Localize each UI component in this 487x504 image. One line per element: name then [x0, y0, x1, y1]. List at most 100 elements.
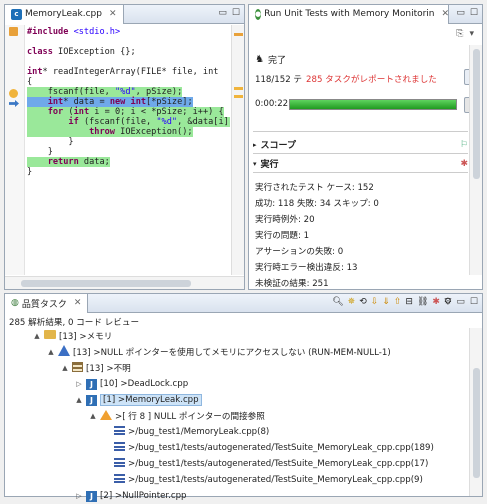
run-stat: アサーションの失敗: 0 — [255, 247, 344, 257]
tasks-tab[interactable]: ◍ 品質タスク ✕ — [5, 293, 89, 313]
tree-item[interactable]: ▲ >[ 行 8 ] NULL ポインターの間接参照 — [89, 408, 265, 424]
code-line[interactable] — [27, 37, 230, 47]
code-line[interactable]: int* readIntegerArray(FILE* file, int — [27, 67, 230, 77]
collapse-icon[interactable]: ▲ — [89, 412, 97, 420]
code-line[interactable]: { — [27, 77, 230, 87]
code-line[interactable] — [27, 57, 230, 67]
code-token: return — [47, 157, 84, 167]
editor-pane: c MemoryLeak.cpp ✕ ▭ ☐ #include <stdio.h… — [4, 4, 245, 290]
warning-marker-icon — [9, 89, 18, 98]
tasks-icon: ◍ — [11, 298, 19, 308]
close-icon[interactable]: ✕ — [74, 298, 82, 308]
expand-icon[interactable]: ▷ — [75, 380, 83, 388]
down-alt-icon[interactable]: ⇓ — [382, 297, 390, 307]
code-line[interactable]: return data; — [27, 157, 230, 167]
code-line[interactable]: int* data = new int[*pSize]; — [27, 97, 230, 107]
collapse-icon[interactable]: ▲ — [47, 348, 55, 356]
code-token: new — [109, 97, 131, 107]
filter-icon[interactable]: ✱ — [432, 297, 440, 307]
trace-icon — [114, 474, 125, 486]
editor-horizontal-scrollbar[interactable] — [5, 276, 244, 289]
tree-item[interactable]: ▷ J [10] >DeadLock.cpp — [75, 376, 188, 392]
tree-item-label: [10] >DeadLock.cpp — [100, 379, 189, 389]
close-icon[interactable]: ✕ — [442, 9, 448, 19]
editor-tabbar: c MemoryLeak.cpp ✕ ▭ ☐ — [5, 4, 244, 24]
expand-icon[interactable]: ▷ — [75, 492, 83, 500]
run-section[interactable]: ▾ 実行 ✱ — [253, 157, 468, 171]
menu-icon[interactable]: ▾ — [469, 29, 474, 39]
code-token: i = 0; i < *pSize; i++) { — [94, 107, 224, 117]
view-menu-icon[interactable]: ▽ — [444, 297, 451, 307]
maximize-icon[interactable]: ☐ — [470, 297, 478, 307]
run-stat: 実行時エラー検出違反: 13 — [255, 263, 358, 273]
minimize-icon[interactable]: ▭ — [456, 297, 465, 307]
tree-item-label: [2] >NullPointer.cpp — [100, 491, 187, 501]
minimize-icon[interactable]: ▭ — [218, 8, 227, 18]
collapse-icon[interactable]: ⊟ — [405, 297, 413, 307]
tasks-window-controls: ▽ ▭ ☐ — [444, 297, 478, 307]
code-area[interactable]: #include <stdio.h> class IOException {}; i… — [27, 25, 230, 275]
tree-item[interactable]: >/bug_test1/tests/autogenerated/TestSuit… — [103, 440, 434, 456]
code-line[interactable]: #include <stdio.h> — [27, 27, 230, 37]
code-token: "%d" — [156, 117, 178, 127]
editor-tab-title: MemoryLeak.cpp — [25, 9, 102, 19]
tasks-vertical-scrollbar[interactable] — [469, 328, 482, 496]
test-tab[interactable]: ● Run Unit Tests with Memory Monitorin ✕ — [249, 4, 449, 24]
run-stat: 実行時例外: 20 — [255, 215, 315, 225]
up-icon[interactable]: ⇧ — [394, 297, 402, 307]
rule-icon — [58, 345, 70, 359]
code-line[interactable]: fscanf(file, "%d", pSize); — [27, 87, 230, 97]
collapse-icon[interactable]: ▲ — [61, 364, 69, 372]
tool-icon[interactable]: ⟲ — [359, 297, 367, 307]
scroll-thumb[interactable] — [21, 280, 191, 287]
cpp-file-icon: c — [11, 8, 22, 20]
tree-item[interactable]: ▷ J [2] >NullPointer.cpp — [75, 488, 187, 504]
editor-gutter — [5, 25, 25, 275]
editor-vertical-scrollbar[interactable] — [231, 25, 244, 275]
trace-icon — [114, 458, 125, 470]
code-line[interactable]: if (fscanf(file, "%d", &data[i]] — [27, 117, 230, 127]
link-icon[interactable]: ⛓ — [417, 297, 428, 307]
tree-item[interactable]: >/bug_test1/tests/autogenerated/TestSuit… — [103, 456, 428, 472]
export-icon[interactable]: ⎘ — [456, 29, 463, 39]
test-vertical-scrollbar[interactable] — [469, 45, 482, 275]
code-token: * data = — [63, 97, 110, 107]
code-token: int — [130, 97, 147, 107]
code-token: } — [27, 147, 53, 157]
tree-item[interactable]: >/bug_test1/tests/autogenerated/TestSuit… — [103, 472, 423, 488]
scroll-thumb[interactable] — [473, 368, 480, 478]
code-line[interactable]: } — [27, 147, 230, 157]
code-line[interactable]: } — [27, 167, 230, 177]
test-icon: J — [86, 490, 97, 502]
editor-tab[interactable]: c MemoryLeak.cpp ✕ — [5, 4, 124, 24]
scope-section[interactable]: ▸ スコープ ⚐ — [253, 138, 468, 152]
tasks-tree[interactable]: ▲ [13] >メモリ ▲ [13] >NULL ポインターを使用してメモリにアクセス… — [5, 328, 468, 502]
scroll-thumb[interactable] — [473, 49, 480, 179]
tree-item[interactable]: ▲ [13] >メモリ — [33, 328, 112, 344]
down-icon[interactable]: ⇩ — [371, 297, 379, 307]
quality-tasks-pane: ◍ 品質タスク ✕ 🔍︎ ✵ ⟲ ⇩ ⇓ ⇧ ⊟ ⛓ ✱ ⚙ ▽ ▭ ☐ 285… — [4, 293, 483, 502]
code-token: IOException(); — [120, 127, 193, 137]
scope-action-icon[interactable]: ⚐ — [460, 140, 468, 150]
collapse-icon[interactable]: ▲ — [33, 332, 41, 340]
maximize-icon[interactable]: ☐ — [470, 8, 478, 18]
minimize-icon[interactable]: ▭ — [456, 8, 465, 18]
trace-icon — [114, 426, 125, 438]
collapse-icon[interactable]: ▲ — [75, 396, 83, 404]
test-icon: J — [86, 394, 97, 406]
test-results-pane: ● Run Unit Tests with Memory Monitorin ✕… — [248, 4, 483, 290]
tree-item[interactable]: ▲ [13] >不明 — [61, 360, 131, 376]
code-line[interactable]: } — [27, 137, 230, 147]
run-action-icon[interactable]: ✱ — [460, 159, 468, 169]
tree-item[interactable]: >/bug_test1/MemoryLeak.cpp(8) — [103, 424, 269, 440]
code-line[interactable]: class IOException {}; — [27, 47, 230, 57]
run-label: 実行 — [260, 160, 279, 170]
code-line[interactable]: for (int i = 0; i < *pSize; i++) { — [27, 107, 230, 117]
close-icon[interactable]: ✕ — [109, 9, 117, 19]
star-icon[interactable]: ✵ — [348, 297, 356, 307]
tree-item[interactable]: ▲ [13] >NULL ポインターを使用してメモリにアクセスしない (RUN-M… — [47, 344, 391, 360]
tree-item[interactable]: ▲ J [1] >MemoryLeak.cpp — [75, 392, 202, 408]
maximize-icon[interactable]: ☐ — [232, 8, 240, 18]
search-icon[interactable]: 🔍︎ — [332, 297, 343, 307]
code-line[interactable]: throw IOException(); — [27, 127, 230, 137]
